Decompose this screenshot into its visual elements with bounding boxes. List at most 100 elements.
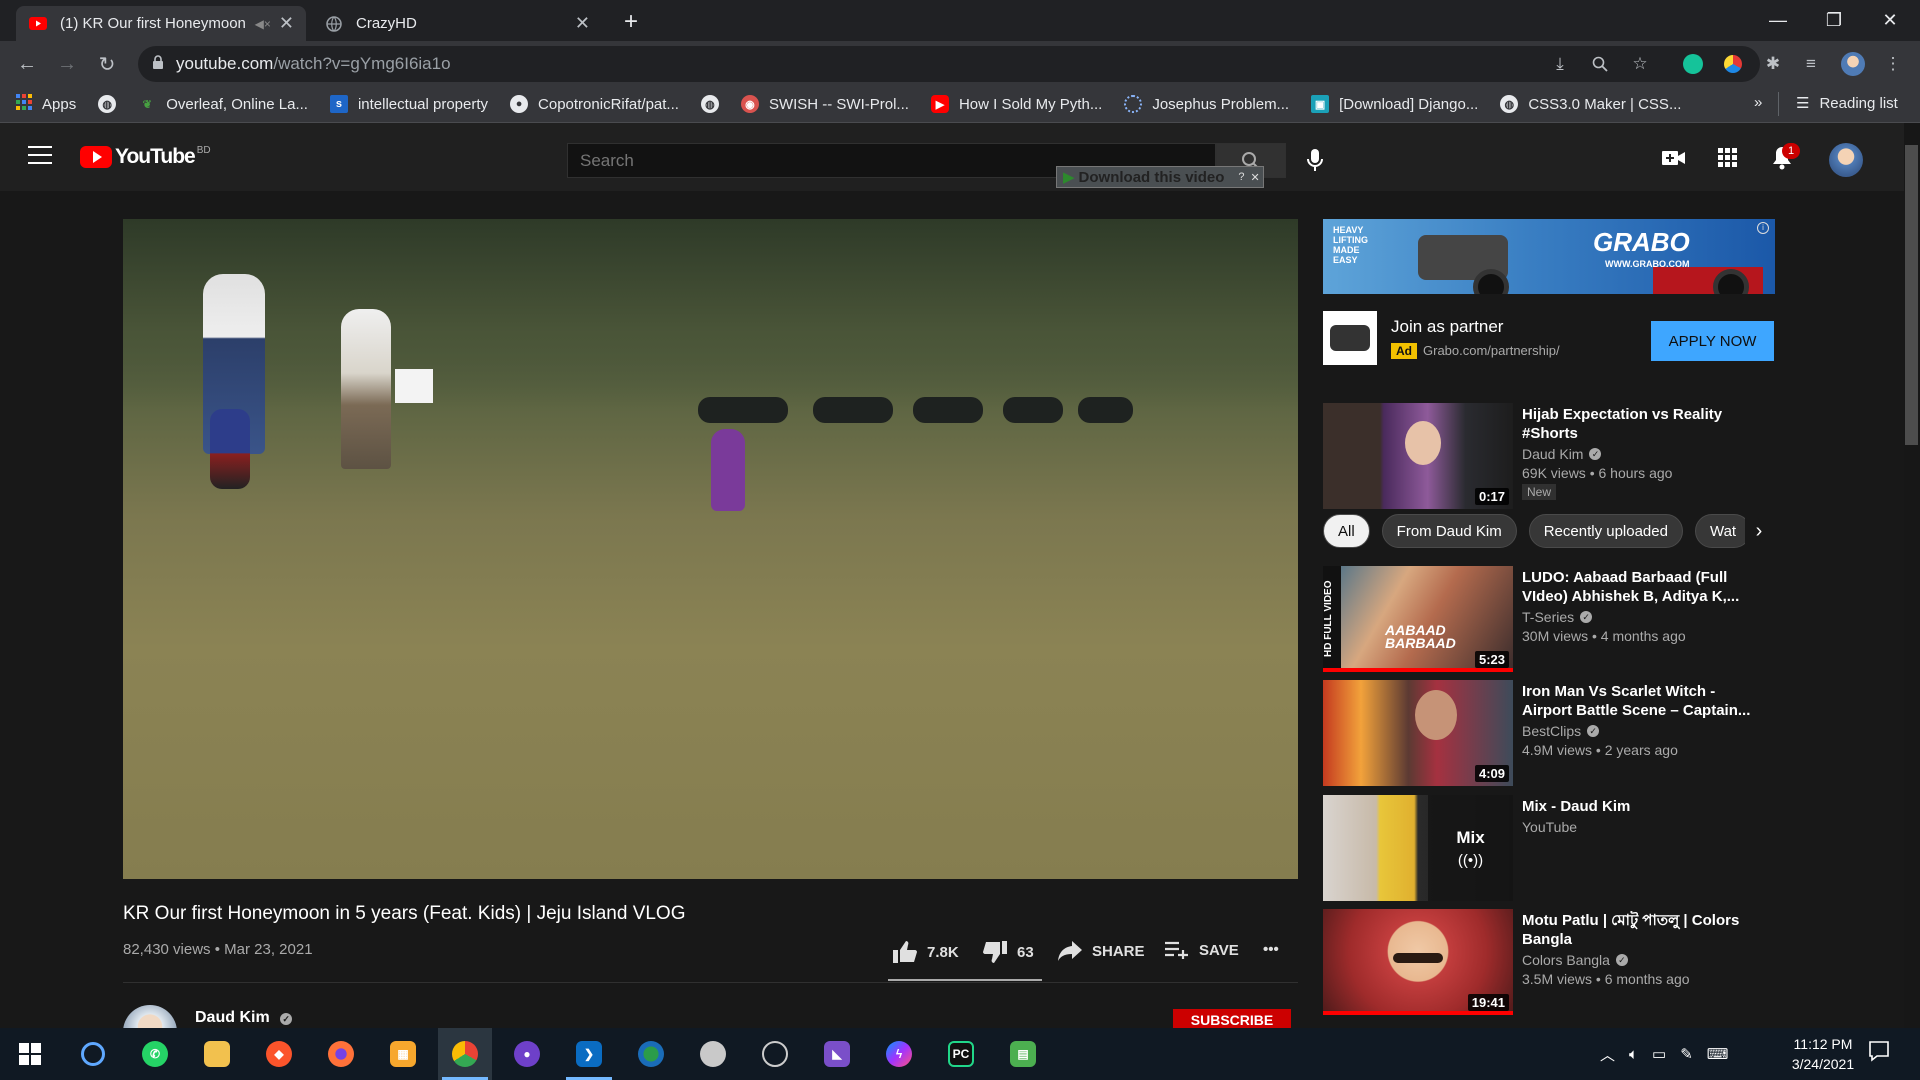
pycharm-icon[interactable]: PC <box>934 1028 988 1080</box>
volume-icon[interactable]: 🔈︎ <box>1629 1046 1638 1063</box>
forward-icon[interactable]: → <box>50 47 84 81</box>
grammarly-extension-icon[interactable] <box>1678 49 1708 79</box>
bookmark-github[interactable]: ● CopotronicRifat/pat... <box>510 95 679 113</box>
recommendation-item[interactable]: 0:17 Hijab Expectation vs Reality #Short… <box>1323 403 1775 509</box>
network-icon[interactable]: ▭ <box>1652 1045 1666 1063</box>
apps-grid-icon[interactable] <box>1714 145 1742 171</box>
chip-recently-uploaded[interactable]: Recently uploaded <box>1528 514 1683 548</box>
keyboard-icon[interactable]: ⌨ <box>1707 1045 1729 1063</box>
download-site-icon: ▣ <box>1311 95 1330 113</box>
bookmark-apps[interactable]: Apps <box>16 94 76 114</box>
chevron-right-icon[interactable]: › <box>1745 513 1773 549</box>
youtube-play-icon <box>80 146 112 168</box>
reading-list-icon: ☰ <box>1796 95 1810 112</box>
apply-now-button[interactable]: APPLY NOW <box>1651 321 1774 361</box>
create-video-icon[interactable] <box>1660 145 1688 171</box>
github-desktop-icon[interactable]: ● <box>500 1028 554 1080</box>
chip-watched[interactable]: Wat <box>1694 514 1752 548</box>
tab-mute-icon[interactable]: ◀× <box>255 17 271 31</box>
more-actions-icon[interactable]: ••• <box>1263 941 1279 958</box>
video-thumbnail: HD FULL VIDEO AABAAD BARBAAD 5:23 <box>1323 566 1513 672</box>
cortana-icon[interactable] <box>66 1028 120 1080</box>
ad-banner[interactable]: HEAVY LIFTING MADE EASY GRABO WWW.GRABO.… <box>1323 219 1775 294</box>
reload-icon[interactable]: ↻ <box>90 47 124 81</box>
microphone-icon[interactable] <box>1303 147 1327 173</box>
chip-from-channel[interactable]: From Daud Kim <box>1381 514 1517 548</box>
system-clock[interactable]: 11:12 PM 3/24/2021 <box>1768 1034 1878 1074</box>
video-frame-trees <box>123 219 1298 409</box>
account-avatar[interactable] <box>1829 143 1863 177</box>
tab-youtube[interactable]: (1) KR Our first Honeymoon i ◀× ✕ <box>16 6 306 41</box>
youtube-logo[interactable]: YouTube BD <box>80 145 211 169</box>
app-icon[interactable]: ▦ <box>376 1028 430 1080</box>
address-bar[interactable]: youtube.com/watch?v=gYmg6I6ia1o <box>138 46 1760 82</box>
bookmark-django[interactable]: ▣ [Download] Django... <box>1311 95 1478 113</box>
close-window-icon[interactable]: ✕ <box>1862 0 1918 41</box>
reading-list-button[interactable]: ☰ Reading list <box>1796 94 1898 113</box>
bookmark-overleaf[interactable]: ❦ Overleaf, Online La... <box>138 95 308 113</box>
channel-name[interactable]: Daud Kim ✓ <box>195 1009 293 1027</box>
bookmark-star-icon[interactable]: ☆ <box>1625 49 1655 79</box>
bookmark-josephus[interactable]: Josephus Problem... <box>1124 95 1289 113</box>
start-button[interactable] <box>3 1028 57 1080</box>
bookmark-swish[interactable]: ◉ SWISH -- SWI-Prol... <box>740 95 909 113</box>
recommendation-item[interactable]: HD FULL VIDEO AABAAD BARBAAD 5:23 LUDO: A… <box>1323 566 1775 672</box>
bookmark-globe[interactable]: ◍ <box>98 95 117 113</box>
chevron-up-icon[interactable]: ︿ <box>1600 1044 1615 1065</box>
recommendation-item[interactable]: 4:09 Iron Man Vs Scarlet Witch - Airport… <box>1323 680 1775 786</box>
thumbs-down-icon <box>983 941 1007 963</box>
back-icon[interactable]: ← <box>10 47 44 81</box>
video-stats: 69K views • 6 hours ago <box>1522 465 1673 481</box>
bookmark-youtube[interactable]: ▶ How I Sold My Pyth... <box>930 95 1102 113</box>
view-count: 82,430 views <box>123 941 211 958</box>
tab-crazyhd[interactable]: CrazyHD ✕ <box>312 6 602 41</box>
recommendation-item[interactable]: Mix ((•)) Mix - Daud Kim YouTube <box>1323 795 1775 901</box>
bookmark-css-maker[interactable]: ◍ CSS3.0 Maker | CSS... <box>1500 95 1681 113</box>
save-button[interactable]: SAVE <box>1165 941 1239 959</box>
file-explorer-icon[interactable] <box>190 1028 244 1080</box>
ad-info-icon[interactable]: i <box>1757 222 1769 234</box>
whatsapp-icon[interactable]: ✆ <box>128 1028 182 1080</box>
dislike-button[interactable]: 63 <box>983 941 1034 963</box>
close-icon[interactable]: ✕ <box>1251 171 1260 184</box>
zoom-icon[interactable] <box>1585 49 1615 79</box>
help-icon[interactable]: ? <box>1238 171 1244 183</box>
ad-row[interactable]: Join as partner Ad Grabo.com/partnership… <box>1323 311 1775 367</box>
windows-logo-icon <box>19 1043 41 1065</box>
restore-icon[interactable]: ❐ <box>1806 0 1862 41</box>
minimize-icon[interactable]: — <box>1750 0 1806 41</box>
visual-studio-icon[interactable]: ◣ <box>810 1028 864 1080</box>
app-icon[interactable] <box>686 1028 740 1080</box>
pen-icon[interactable]: ✎ <box>1680 1045 1693 1063</box>
chip-all[interactable]: All <box>1323 514 1370 548</box>
download-video-bar[interactable]: ▶ Download this video ? ✕ <box>1056 166 1264 188</box>
video-player[interactable] <box>123 219 1298 879</box>
extension-icon[interactable] <box>1718 49 1748 79</box>
globe-app-icon[interactable] <box>624 1028 678 1080</box>
messenger-icon[interactable]: ϟ <box>872 1028 926 1080</box>
bookmarks-overflow-icon[interactable]: » <box>1754 94 1762 111</box>
share-button[interactable]: SHARE <box>1058 941 1145 961</box>
profile-avatar-icon[interactable] <box>1838 49 1868 79</box>
like-button[interactable]: 7.8K <box>893 941 959 963</box>
recommendation-item[interactable]: 19:41 Motu Patlu | মোটু পাতলু | Colors B… <box>1323 909 1775 1015</box>
action-center-icon[interactable] <box>1868 1040 1894 1066</box>
scrollbar-thumb[interactable] <box>1905 145 1918 445</box>
puzzle-extensions-icon[interactable]: ✱ <box>1758 49 1788 79</box>
chrome-menu-icon[interactable]: ⋮ <box>1878 49 1908 79</box>
video-title: Mix - Daud Kim <box>1522 798 1631 815</box>
bookmark-intellectual-property[interactable]: s intellectual property <box>329 95 488 113</box>
tab-close-icon[interactable]: ✕ <box>575 13 590 34</box>
app-icon[interactable] <box>748 1028 802 1080</box>
app-icon[interactable]: ▤ <box>996 1028 1050 1080</box>
firefox-icon[interactable] <box>314 1028 368 1080</box>
vscode-icon[interactable]: ❯ <box>562 1028 616 1080</box>
media-control-icon[interactable]: ≡ <box>1796 49 1826 79</box>
brave-icon[interactable]: ◆ <box>252 1028 306 1080</box>
tab-close-icon[interactable]: ✕ <box>279 13 294 34</box>
menu-icon[interactable] <box>28 146 52 166</box>
new-tab-icon[interactable]: + <box>624 8 638 36</box>
bookmark-globe-2[interactable]: ◍ <box>700 95 719 113</box>
chrome-icon[interactable] <box>438 1028 492 1080</box>
install-icon[interactable]: ⤓ <box>1545 49 1575 79</box>
